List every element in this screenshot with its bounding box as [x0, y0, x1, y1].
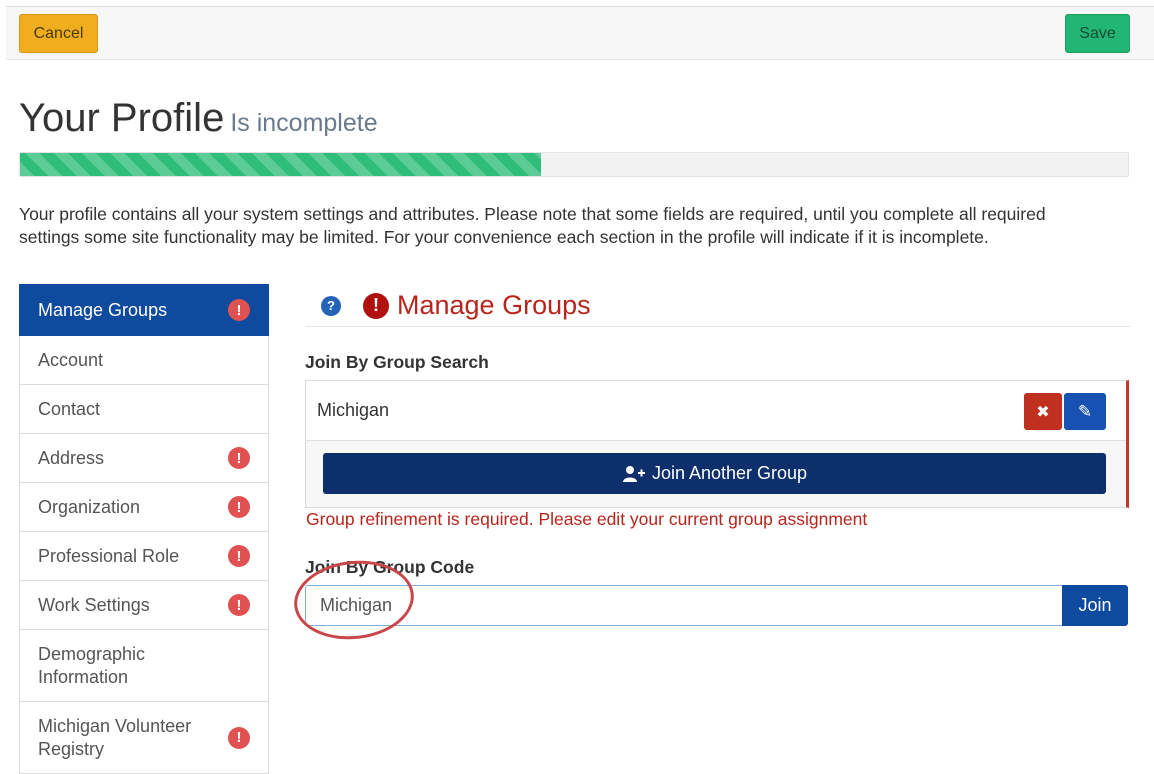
pencil-icon: ✎	[1077, 401, 1093, 421]
sidebar-item-label: Contact	[38, 398, 101, 419]
sidebar-item-demographic-information[interactable]: Demographic Information	[19, 630, 269, 702]
profile-sidebar: Manage Groups ! Account Contact Address …	[19, 284, 269, 774]
close-icon: ✖	[1036, 403, 1050, 421]
sidebar-item-michigan-volunteer-registry[interactable]: Michigan Volunteer Registry !	[19, 702, 269, 774]
progress-fill	[20, 153, 541, 176]
profile-progress-bar	[19, 152, 1129, 177]
section-title: Manage Groups	[397, 290, 591, 320]
profile-status: Is incomplete	[230, 109, 378, 137]
join-by-search-label: Join By Group Search	[305, 352, 489, 372]
group-name: Michigan	[317, 400, 390, 420]
edit-group-button[interactable]: ✎	[1064, 393, 1106, 430]
join-another-group-label: Join Another Group	[651, 463, 808, 483]
incomplete-alert-icon: !	[228, 299, 250, 321]
group-assignment-panel: Michigan ✖ ✎ Join Another Group	[305, 380, 1129, 508]
sidebar-item-label: Work Settings	[38, 594, 150, 615]
section-header: ? ! Manage Groups	[305, 285, 1130, 327]
sidebar-item-address[interactable]: Address !	[19, 434, 269, 483]
validation-error: Group refinement is required. Please edi…	[306, 509, 868, 529]
remove-group-button[interactable]: ✖	[1024, 393, 1062, 430]
incomplete-alert-icon: !	[363, 292, 389, 319]
sidebar-item-professional-role[interactable]: Professional Role !	[19, 532, 269, 581]
sidebar-item-label: Address	[38, 447, 105, 468]
intro-text: Your profile contains all your system se…	[19, 204, 1046, 247]
incomplete-alert-icon: !	[228, 594, 250, 616]
incomplete-alert-icon: !	[228, 496, 250, 518]
group-assignment-row: Michigan ✖ ✎	[306, 381, 1126, 441]
incomplete-alert-icon: !	[228, 447, 250, 469]
join-by-code-label: Join By Group Code	[305, 557, 475, 577]
sidebar-item-label: Professional Role	[38, 545, 180, 566]
sidebar-item-label: Demographic Information	[38, 643, 146, 687]
page-title: Your Profile Is incomplete	[19, 96, 378, 141]
sidebar-item-label: Manage Groups	[38, 299, 168, 320]
incomplete-alert-icon: !	[228, 726, 250, 749]
save-button[interactable]: Save	[1065, 14, 1130, 53]
sidebar-item-account[interactable]: Account	[19, 336, 269, 385]
page-title-text: Your Profile	[19, 96, 225, 140]
incomplete-alert-icon: !	[228, 545, 250, 567]
help-icon[interactable]: ?	[321, 295, 341, 316]
sidebar-item-manage-groups[interactable]: Manage Groups !	[19, 284, 269, 336]
join-another-group-button[interactable]: Join Another Group	[323, 453, 1106, 494]
sidebar-item-work-settings[interactable]: Work Settings !	[19, 581, 269, 630]
cancel-button[interactable]: Cancel	[19, 14, 98, 53]
user-plus-icon	[622, 465, 645, 482]
sidebar-item-label: Michigan Volunteer Registry	[38, 715, 192, 759]
sidebar-item-label: Organization	[38, 496, 141, 517]
sidebar-item-label: Account	[38, 349, 104, 370]
join-button[interactable]: Join	[1062, 585, 1128, 626]
group-panel-footer: Join Another Group	[306, 441, 1126, 507]
sidebar-item-contact[interactable]: Contact	[19, 385, 269, 434]
top-toolbar: Cancel Save	[6, 6, 1154, 60]
group-code-input[interactable]	[305, 585, 1063, 626]
sidebar-item-organization[interactable]: Organization !	[19, 483, 269, 532]
